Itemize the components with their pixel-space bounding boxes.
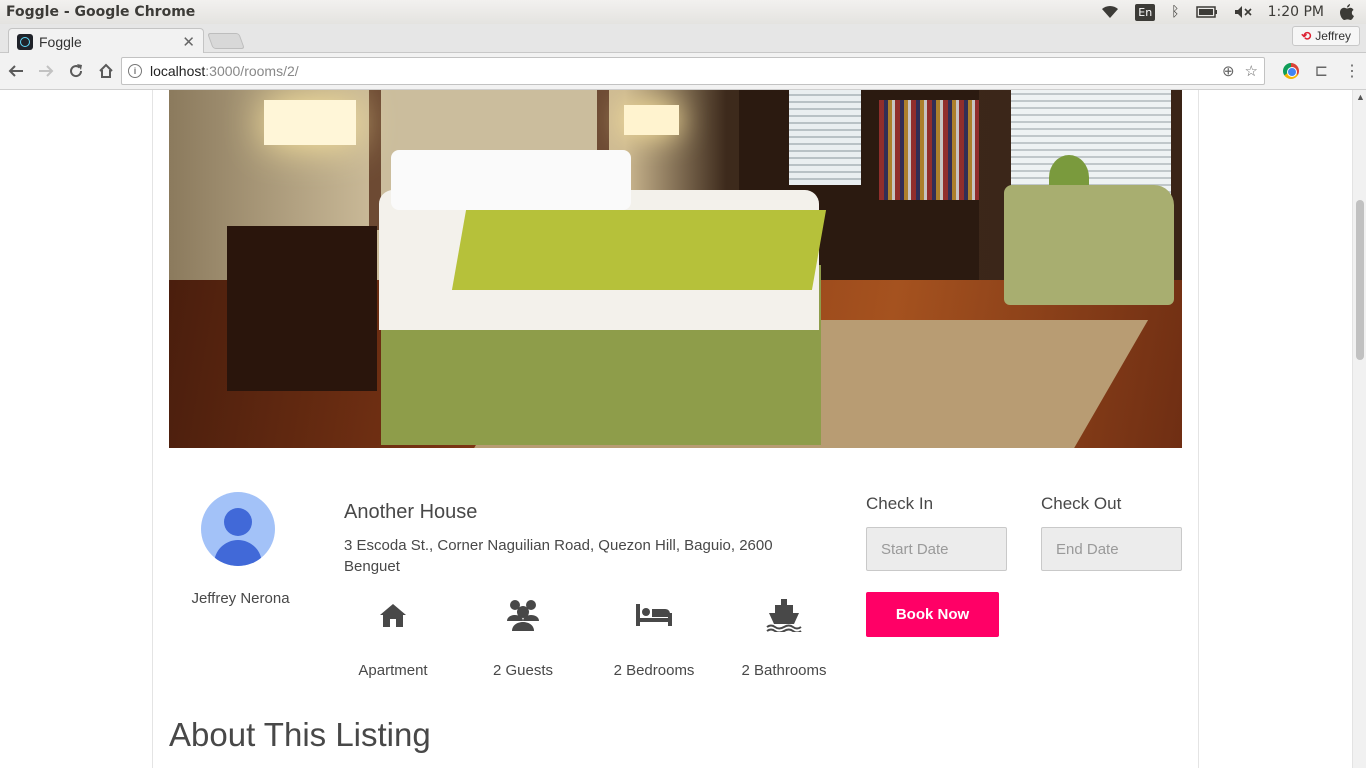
- feature-label: 2 Bathrooms: [741, 662, 827, 679]
- scrollbar-thumb[interactable]: [1356, 200, 1364, 360]
- feature-property-type: Apartment: [333, 598, 453, 679]
- clock[interactable]: 1:20 PM: [1260, 0, 1332, 24]
- feature-label: Apartment: [358, 662, 428, 679]
- feature-bedrooms: 2 Bedrooms: [594, 598, 714, 679]
- home-button[interactable]: [92, 57, 120, 85]
- feature-bathrooms: 2 Bathrooms: [724, 598, 844, 679]
- book-now-button[interactable]: Book Now: [866, 592, 999, 637]
- browser-toolbar: i localhost:3000/rooms/2/ ⊕ ☆ ⊏ ⋮: [0, 53, 1366, 90]
- reload-button[interactable]: [62, 57, 90, 85]
- page-scrollbar[interactable]: ▲: [1352, 90, 1366, 768]
- back-arrow-icon: [8, 65, 23, 77]
- home-icon: [333, 598, 453, 632]
- host-avatar[interactable]: [201, 492, 275, 566]
- back-button[interactable]: [2, 57, 30, 85]
- scroll-up-icon[interactable]: ▲: [1356, 92, 1365, 102]
- bed-icon: [594, 598, 714, 632]
- guests-icon: [463, 598, 583, 632]
- battery-icon[interactable]: [1188, 0, 1226, 24]
- site-info-icon[interactable]: i: [128, 64, 142, 78]
- system-tray: En ᛒ 1:20 PM: [1093, 0, 1366, 24]
- browser-tab[interactable]: Foggle ✕: [8, 28, 204, 54]
- page-viewport: Jeffrey Nerona Another House 3 Escoda St…: [0, 90, 1352, 768]
- forward-button[interactable]: [32, 57, 60, 85]
- feature-guests: 2 Guests: [463, 598, 583, 679]
- bluetooth-icon[interactable]: ᛒ: [1163, 0, 1187, 24]
- react-favicon-icon: [17, 33, 33, 50]
- tab-title: Foggle: [39, 33, 82, 50]
- bookmark-star-icon[interactable]: ☆: [1245, 62, 1258, 80]
- zoom-icon[interactable]: ⊕: [1222, 62, 1235, 80]
- window-title: Foggle - Google Chrome: [6, 4, 196, 20]
- profile-icon: ⟲: [1301, 29, 1312, 43]
- new-tab-button[interactable]: [207, 33, 245, 49]
- url-text[interactable]: localhost:3000/rooms/2/: [150, 63, 1222, 79]
- about-listing-heading: About This Listing: [169, 716, 431, 753]
- apple-icon[interactable]: [1332, 0, 1362, 24]
- feature-label: 2 Bedrooms: [613, 662, 695, 679]
- check-out-label: Check Out: [1041, 494, 1122, 513]
- tab-strip: Foggle ✕ ⟲ Jeffrey: [0, 24, 1366, 54]
- feature-label: 2 Guests: [492, 662, 554, 679]
- keyboard-layout-indicator[interactable]: En: [1127, 0, 1163, 24]
- address-bar[interactable]: i localhost:3000/rooms/2/ ⊕ ☆: [121, 57, 1265, 85]
- forward-arrow-icon: [39, 65, 54, 77]
- cast-icon[interactable]: ⊏: [1315, 61, 1328, 81]
- host-name: Jeffrey Nerona: [191, 590, 290, 607]
- os-top-bar: Foggle - Google Chrome En ᛒ 1:20 PM: [0, 0, 1366, 24]
- room-photo: [169, 90, 1182, 448]
- start-date-input[interactable]: [866, 527, 1007, 571]
- menu-kebab-icon[interactable]: ⋮: [1344, 61, 1360, 81]
- end-date-input[interactable]: [1041, 527, 1182, 571]
- wifi-icon[interactable]: [1093, 0, 1127, 24]
- volume-muted-icon[interactable]: [1226, 0, 1260, 24]
- close-tab-icon[interactable]: ✕: [182, 33, 195, 51]
- chrome-extension-icon[interactable]: [1282, 63, 1299, 79]
- profile-button[interactable]: ⟲ Jeffrey: [1292, 26, 1360, 46]
- check-in-label: Check In: [866, 494, 934, 513]
- listing-title: Another House: [344, 501, 478, 523]
- profile-name: Jeffrey: [1315, 29, 1351, 43]
- home-icon: [99, 63, 113, 78]
- listing-address: 3 Escoda St., Corner Naguilian Road, Que…: [344, 537, 773, 575]
- ship-icon: [724, 598, 844, 632]
- reload-icon: [70, 64, 83, 78]
- listing-container: Jeffrey Nerona Another House 3 Escoda St…: [152, 90, 1199, 768]
